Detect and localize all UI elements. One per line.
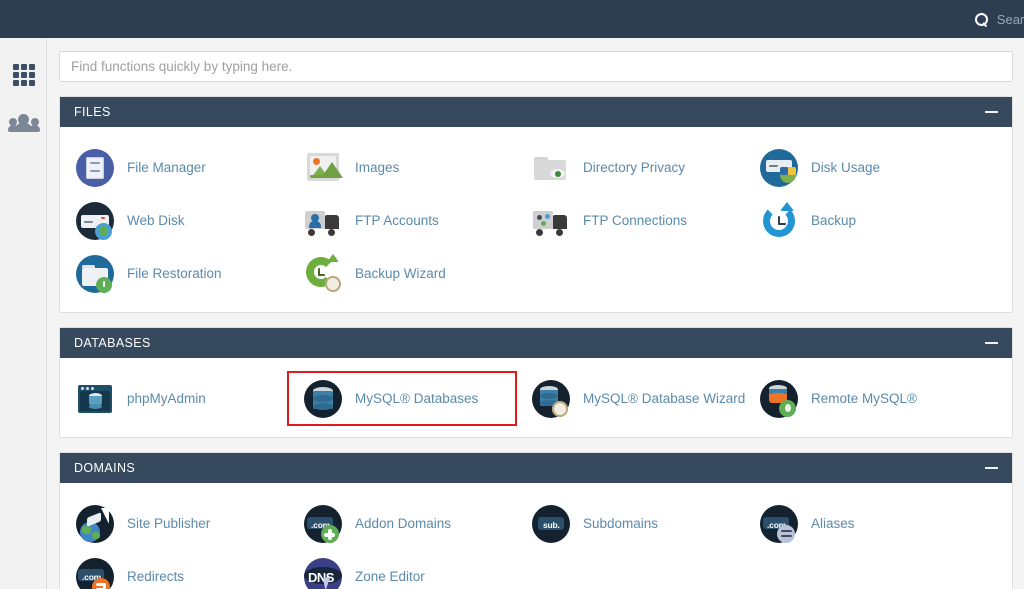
tile-label: Web Disk [127,213,185,228]
tile-file-restoration[interactable]: File Restoration [60,247,288,300]
redirects-icon: .com [76,557,114,589]
rail-item-users[interactable] [0,99,47,147]
tile-ftp-connections[interactable]: FTP Connections [516,194,744,247]
tile-file-manager[interactable]: File Manager [60,141,288,194]
ftp-connections-icon [532,202,570,240]
file-manager-icon [76,148,114,187]
tile-label: Backup Wizard [355,266,446,281]
disk-usage-icon [760,148,798,187]
section-header: FILES [60,97,1012,127]
apps-grid-icon [12,64,35,86]
images-icon [304,149,343,187]
directory-privacy-icon [532,149,570,187]
tile-label: Aliases [811,516,855,531]
tile-zone-editor[interactable]: DNS Zone Editor [288,550,516,589]
main-content: Find functions quickly by typing here. F… [48,38,1024,589]
tile-label: Addon Domains [355,516,452,531]
ftp-accounts-icon [304,202,342,240]
sections-container: FILES File Manager Images Directory Priv… [59,96,1013,589]
aliases-icon: .com [760,504,798,543]
web-disk-icon [76,201,114,240]
function-finder-placeholder: Find functions quickly by typing here. [71,59,293,74]
tile-images[interactable]: Images [288,141,516,194]
tile-label: File Manager [127,160,206,175]
tile-web-disk[interactable]: Web Disk [60,194,288,247]
global-search[interactable]: Search [974,0,1024,38]
tile-label: File Restoration [127,266,222,281]
tile-ftp-accounts[interactable]: FTP Accounts [288,194,516,247]
tile-directory-privacy[interactable]: Directory Privacy [516,141,744,194]
function-finder[interactable]: Find functions quickly by typing here. [59,51,1013,82]
section-collapse-button[interactable] [985,342,998,344]
tile-addon-domains[interactable]: .com Addon Domains [288,497,516,550]
section-card-files: FILES File Manager Images Directory Priv… [59,96,1013,313]
mysql-databases-icon [304,379,342,418]
site-publisher-icon [76,504,114,543]
tile-label: Zone Editor [355,569,425,584]
backup-icon [760,201,798,240]
tile-label: Remote MySQL® [811,391,917,406]
users-icon [7,114,40,132]
tile-aliases[interactable]: .com Aliases [744,497,972,550]
tile-label: Subdomains [583,516,659,531]
tile-label: Site Publisher [127,516,211,531]
zone-editor-icon: DNS [304,557,342,589]
file-restoration-icon [76,254,114,293]
subdomains-icon: sub. [532,504,570,543]
top-bar: Search [0,0,1024,38]
tile-label: MySQL® Databases [355,391,479,406]
search-icon [974,12,988,26]
section-card-domains: DOMAINS Site Publisher .com Addon Domain… [59,452,1013,589]
section-header: DATABASES [60,328,1012,358]
tile-label: MySQL® Database Wizard [583,391,746,406]
addon-domains-icon: .com [304,504,342,543]
tile-backup-wizard[interactable]: Backup Wizard [288,247,516,300]
tile-site-publisher[interactable]: Site Publisher [60,497,288,550]
section-title: DATABASES [74,336,151,350]
section-items: Site Publisher .com Addon Domains sub. Su… [60,483,1012,589]
section-title: DOMAINS [74,461,136,475]
tile-mysql-databases[interactable]: MySQL® Databases [287,371,517,426]
backup-wizard-icon [304,253,342,293]
tile-phpmyadmin[interactable]: phpMyAdmin [60,372,288,425]
remote-mysql-icon [760,379,798,418]
tile-backup[interactable]: Backup [744,194,972,247]
phpmyadmin-icon [76,380,114,418]
section-card-databases: DATABASES phpMyAdmin MySQL® Databases My… [59,327,1013,438]
tile-subdomains[interactable]: sub. Subdomains [516,497,744,550]
tile-label: Backup [811,213,857,228]
mysql-wizard-icon [532,379,570,418]
tile-label: Images [355,160,400,175]
section-collapse-button[interactable] [985,111,998,113]
global-search-label: Search [996,11,1024,27]
tile-label: Directory Privacy [583,160,686,175]
tile-label: Disk Usage [811,160,881,175]
left-rail [0,38,47,589]
rail-item-apps[interactable] [0,51,47,99]
section-items: File Manager Images Directory Privacy Di… [60,127,1012,312]
tile-redirects[interactable]: .com Redirects [60,550,288,589]
section-collapse-button[interactable] [985,467,998,469]
section-title: FILES [74,105,111,119]
tile-remote-mysql[interactable]: Remote MySQL® [744,372,972,425]
tile-label: FTP Accounts [355,213,439,228]
tile-disk-usage[interactable]: Disk Usage [744,141,972,194]
tile-label: phpMyAdmin [127,391,206,406]
tile-mysql-database-wizard[interactable]: MySQL® Database Wizard [516,372,746,425]
section-header: DOMAINS [60,453,1012,483]
tile-label: FTP Connections [583,213,688,228]
tile-label: Redirects [127,569,185,584]
section-items: phpMyAdmin MySQL® Databases MySQL® Datab… [60,358,1012,437]
